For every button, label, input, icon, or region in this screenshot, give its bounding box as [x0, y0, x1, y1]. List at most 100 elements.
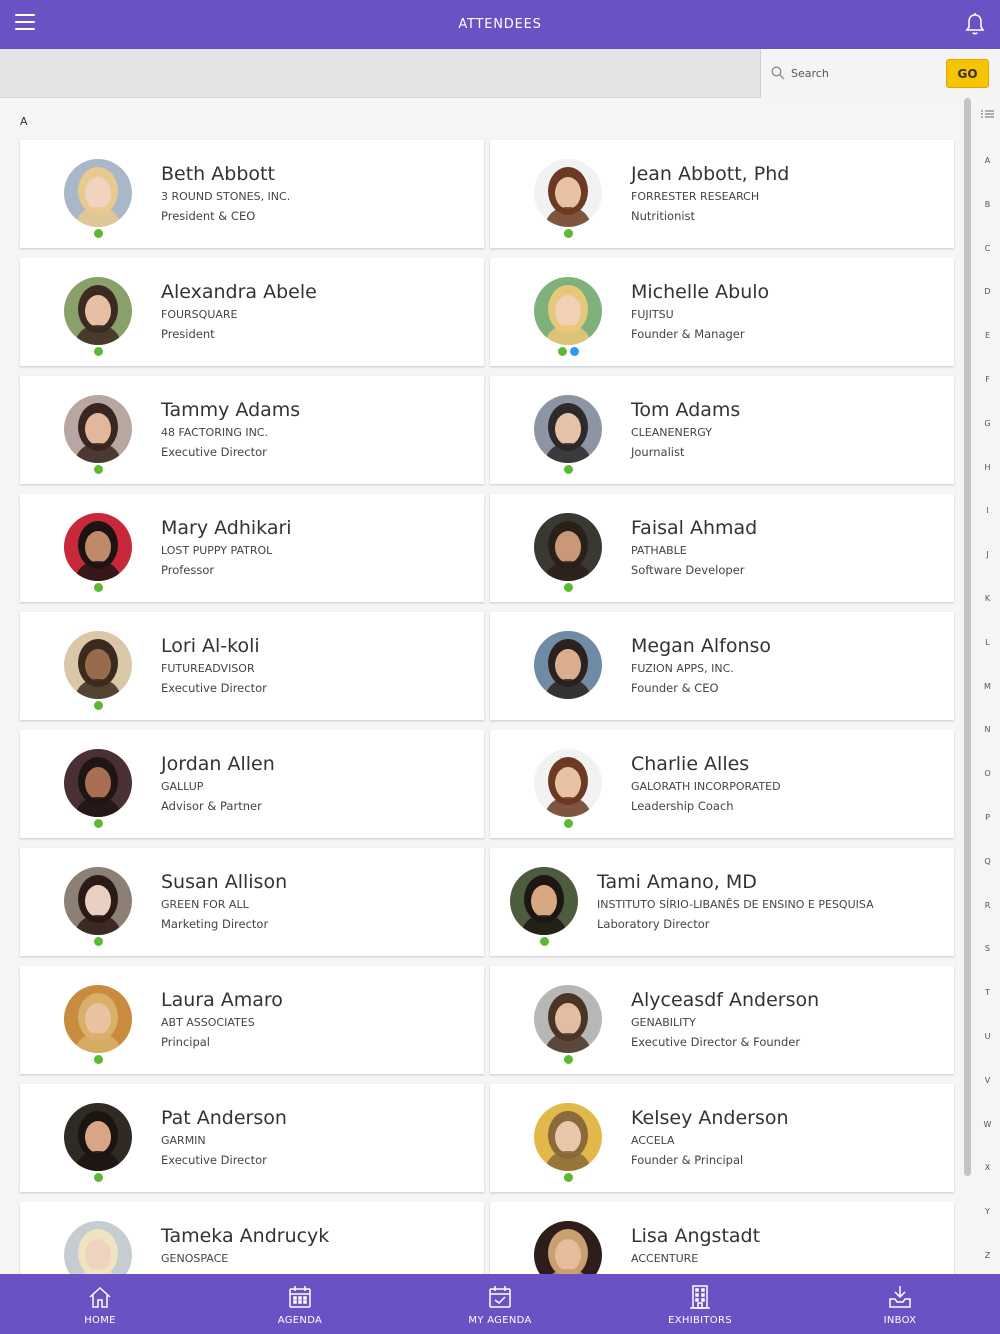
attendee-info: Alexandra Abele FOURSQUARE President: [161, 281, 317, 341]
attendee-info: Kelsey Anderson ACCELA Founder & Principal: [631, 1107, 789, 1167]
search-input[interactable]: [791, 63, 941, 83]
index-letter[interactable]: R: [975, 901, 1000, 910]
attendee-name: Lori Al-koli: [161, 635, 260, 657]
attendee-card[interactable]: Tami Amano, MD INSTITUTO SÍRIO-LIBANÊS DE…: [490, 848, 954, 956]
attendee-name: Jordan Allen: [161, 753, 275, 775]
index-letter[interactable]: K: [975, 594, 1000, 603]
online-status-dot: [93, 1173, 103, 1182]
building-icon: [690, 1285, 710, 1309]
attendee-company: GALORATH INCORPORATED: [631, 780, 781, 793]
online-status-dot: [93, 819, 103, 828]
attendee-card[interactable]: Tom Adams CLEANENERGY Journalist: [490, 376, 954, 484]
attendee-card[interactable]: Alyceasdf Anderson GENABILITY Executive Di…: [490, 966, 954, 1074]
attendee-card[interactable]: Alexandra Abele FOURSQUARE President: [20, 258, 484, 366]
index-letter[interactable]: C: [975, 244, 1000, 253]
index-letter[interactable]: B: [975, 200, 1000, 209]
attendee-card[interactable]: Jordan Allen GALLUP Advisor & Partner: [20, 730, 484, 838]
index-letter[interactable]: D: [975, 287, 1000, 296]
go-button[interactable]: GO: [946, 59, 989, 88]
index-letter[interactable]: Y: [975, 1207, 1000, 1216]
attendee-name: Tom Adams: [631, 399, 741, 421]
avatar: [534, 395, 602, 463]
attendee-info: Michelle Abulo FUJITSU Founder & Manager: [631, 281, 769, 341]
index-letter[interactable]: V: [975, 1076, 1000, 1085]
search-bar: GO: [0, 49, 1000, 98]
index-letter[interactable]: F: [975, 375, 1000, 384]
scrollbar[interactable]: [964, 98, 971, 1176]
index-letter[interactable]: T: [975, 988, 1000, 997]
index-letter[interactable]: G: [975, 419, 1000, 428]
nav-agenda[interactable]: AGENDA: [200, 1274, 400, 1334]
avatar: [64, 749, 132, 817]
online-status-dot: [563, 229, 573, 238]
index-letter[interactable]: Z: [975, 1251, 1000, 1260]
nav-label: MY AGENDA: [468, 1315, 532, 1326]
search-icon: [771, 66, 785, 80]
list-icon[interactable]: [981, 110, 994, 120]
attendee-role: Founder & CEO: [631, 681, 719, 695]
attendee-card[interactable]: Charlie Alles GALORATH INCORPORATED Leader…: [490, 730, 954, 838]
attendee-role: Founder & Manager: [631, 327, 745, 341]
index-letter[interactable]: U: [975, 1032, 1000, 1041]
nav-my-agenda[interactable]: MY AGENDA: [400, 1274, 600, 1334]
bell-icon[interactable]: [964, 12, 986, 36]
attendee-role: Marketing Director: [161, 917, 269, 931]
attendee-card[interactable]: Michelle Abulo FUJITSU Founder & Manager: [490, 258, 954, 366]
index-letter[interactable]: M: [975, 682, 1000, 691]
attendee-role: Software Developer: [631, 563, 745, 577]
index-letter[interactable]: W: [975, 1120, 1000, 1129]
nav-home[interactable]: HOME: [0, 1274, 200, 1334]
attendee-name: Alyceasdf Anderson: [631, 989, 820, 1011]
index-letter[interactable]: P: [975, 813, 1000, 822]
search-box: GO: [760, 49, 1000, 98]
attendee-company: GREEN FOR ALL: [161, 898, 249, 911]
attendee-card[interactable]: Tammy Adams 48 FACTORING INC. Executive Di…: [20, 376, 484, 484]
attendee-company: GENOSPACE: [161, 1252, 229, 1265]
index-letter[interactable]: H: [975, 463, 1000, 472]
nav-inbox[interactable]: INBOX: [800, 1274, 1000, 1334]
secondary-status-dot: [569, 347, 579, 356]
attendee-card[interactable]: Beth Abbott 3 ROUND STONES, INC. President…: [20, 140, 484, 248]
section-header-letter: A: [20, 115, 28, 128]
index-letter[interactable]: L: [975, 638, 1000, 647]
online-status-dot: [93, 701, 103, 710]
home-icon: [89, 1286, 111, 1308]
attendee-card[interactable]: Pat Anderson GARMIN Executive Director: [20, 1084, 484, 1192]
attendee-card[interactable]: Laura Amaro ABT ASSOCIATES Principal: [20, 966, 484, 1074]
attendee-role: Nutritionist: [631, 209, 696, 223]
nav-exhibitors[interactable]: EXHIBITORS: [600, 1274, 800, 1334]
attendee-card[interactable]: Jean Abbott, Phd FORRESTER RESEARCH Nutrit…: [490, 140, 954, 248]
attendee-company: FOURSQUARE: [161, 308, 238, 321]
online-status-dot: [93, 937, 103, 946]
nav-label: EXHIBITORS: [668, 1315, 732, 1326]
attendee-role: Professor: [161, 563, 215, 577]
attendee-role: Principal: [161, 1035, 211, 1049]
index-letter[interactable]: O: [975, 769, 1000, 778]
attendee-card[interactable]: Mary Adhikari LOST PUPPY PATROL Professor: [20, 494, 484, 602]
attendee-card[interactable]: Susan Allison GREEN FOR ALL Marketing Dire…: [20, 848, 484, 956]
attendee-name: Beth Abbott: [161, 163, 275, 185]
attendee-company: ACCENTURE: [631, 1252, 699, 1265]
attendee-role: Advisor & Partner: [161, 799, 262, 813]
attendee-company: CLEANENERGY: [631, 426, 712, 439]
index-letter[interactable]: E: [975, 331, 1000, 340]
index-letter[interactable]: S: [975, 944, 1000, 953]
index-letter[interactable]: N: [975, 725, 1000, 734]
attendee-company: 48 FACTORING INC.: [161, 426, 268, 439]
attendee-role: Leadership Coach: [631, 799, 734, 813]
index-letter[interactable]: X: [975, 1163, 1000, 1172]
attendee-card[interactable]: Kelsey Anderson ACCELA Founder & Principal: [490, 1084, 954, 1192]
nav-label: INBOX: [883, 1315, 917, 1326]
attendee-name: Kelsey Anderson: [631, 1107, 789, 1129]
attendee-info: Megan Alfonso FUZION APPS, INC. Founder & …: [631, 635, 771, 695]
attendee-card[interactable]: Lori Al-koli FUTUREADVISOR Executive Direc…: [20, 612, 484, 720]
index-letter[interactable]: A: [975, 156, 1000, 165]
index-letter[interactable]: Q: [975, 857, 1000, 866]
attendee-card[interactable]: Megan Alfonso FUZION APPS, INC. Founder & …: [490, 612, 954, 720]
index-letter[interactable]: J: [975, 550, 1000, 559]
attendee-company: PATHABLE: [631, 544, 687, 557]
attendee-role: Executive Director: [161, 1153, 267, 1167]
attendee-card[interactable]: Faisal Ahmad PATHABLE Software Developer: [490, 494, 954, 602]
index-letter[interactable]: I: [975, 506, 1000, 515]
attendee-name: Susan Allison: [161, 871, 288, 893]
